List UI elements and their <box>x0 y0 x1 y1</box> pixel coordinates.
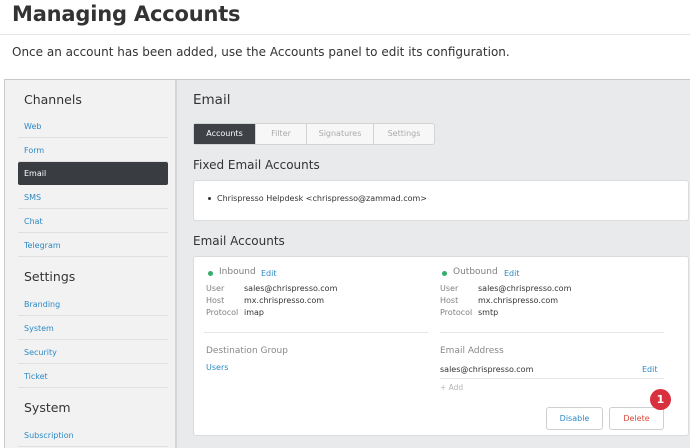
destination-group-label: Destination Group <box>206 346 288 356</box>
outbound-user-key: User <box>440 284 459 293</box>
disable-button[interactable]: Disable <box>546 407 603 430</box>
fixed-accounts-title: Fixed Email Accounts <box>193 158 320 172</box>
inbound-user-value: sales@chrispresso.com <box>244 284 338 293</box>
email-address-label: Email Address <box>440 346 504 356</box>
doc-intro: Once an account has been added, use the … <box>12 45 510 59</box>
sidebar-item-web[interactable]: Web <box>18 115 168 138</box>
doc-title: Managing Accounts <box>12 2 241 26</box>
outbound-host-value: mx.chrispresso.com <box>478 296 559 305</box>
sidebar-item-sms[interactable]: SMS <box>18 186 168 209</box>
outbound-protocol-key: Protocol <box>440 308 473 317</box>
main-panel: Email Accounts Filter Signatures Setting… <box>179 80 690 448</box>
sidebar-item-system[interactable]: System <box>18 317 168 340</box>
outbound-label: Outbound <box>453 267 498 277</box>
destination-group-link[interactable]: Users <box>206 363 228 372</box>
inbound-edit-link[interactable]: Edit <box>261 269 277 278</box>
app-window: Channels Web Form Email SMS Chat Telegra… <box>4 79 690 448</box>
tab-accounts[interactable]: Accounts <box>194 124 256 144</box>
email-address-value: sales@chrispresso.com <box>440 365 534 374</box>
outbound-host-key: Host <box>440 296 459 305</box>
page-title: Email <box>193 92 231 108</box>
sidebar-item-telegram[interactable]: Telegram <box>18 234 168 257</box>
sidebar-item-subscription[interactable]: Subscription <box>18 424 168 447</box>
inbound-host-value: mx.chrispresso.com <box>244 296 325 305</box>
inbound-protocol-key: Protocol <box>206 308 239 317</box>
add-email-address-link[interactable]: + Add <box>440 383 463 392</box>
annotation-badge: 1 <box>650 389 671 410</box>
inbound-label: Inbound <box>219 267 256 277</box>
fixed-account-item: Chrispresso Helpdesk <chrispresso@zammad… <box>208 194 427 203</box>
fixed-account-text: Chrispresso Helpdesk <chrispresso@zammad… <box>217 194 427 203</box>
sidebar: Channels Web Form Email SMS Chat Telegra… <box>5 80 177 448</box>
sidebar-item-chat[interactable]: Chat <box>18 210 168 233</box>
inbound-status-icon <box>208 271 213 276</box>
outbound-status-icon <box>442 271 447 276</box>
divider <box>204 332 428 333</box>
sidebar-heading-settings: Settings <box>24 269 76 284</box>
tab-signatures[interactable]: Signatures <box>307 124 374 144</box>
bullet-icon <box>208 197 211 200</box>
fixed-accounts-card: Chrispresso Helpdesk <chrispresso@zammad… <box>193 180 689 221</box>
divider <box>440 332 664 333</box>
sidebar-item-branding[interactable]: Branding <box>18 293 168 316</box>
tab-filter[interactable]: Filter <box>256 124 307 144</box>
sidebar-heading-channels: Channels <box>24 92 82 107</box>
inbound-protocol-value: imap <box>244 308 264 317</box>
sidebar-item-security[interactable]: Security <box>18 341 168 364</box>
delete-button[interactable]: Delete <box>609 407 664 430</box>
email-account-card: Inbound Edit User sales@chrispresso.com … <box>193 256 689 436</box>
email-accounts-title: Email Accounts <box>193 234 285 248</box>
outbound-user-value: sales@chrispresso.com <box>478 284 572 293</box>
outbound-edit-link[interactable]: Edit <box>504 269 520 278</box>
outbound-protocol-value: smtp <box>478 308 499 317</box>
tab-settings[interactable]: Settings <box>374 124 434 144</box>
title-divider <box>0 34 690 35</box>
sidebar-item-ticket[interactable]: Ticket <box>18 365 168 388</box>
sidebar-heading-system: System <box>24 400 71 415</box>
tab-bar: Accounts Filter Signatures Settings <box>193 123 435 145</box>
divider <box>440 378 664 379</box>
email-address-edit-link[interactable]: Edit <box>642 365 658 374</box>
sidebar-item-form[interactable]: Form <box>18 139 168 162</box>
sidebar-item-email[interactable]: Email <box>18 162 168 185</box>
inbound-host-key: Host <box>206 296 225 305</box>
inbound-user-key: User <box>206 284 225 293</box>
